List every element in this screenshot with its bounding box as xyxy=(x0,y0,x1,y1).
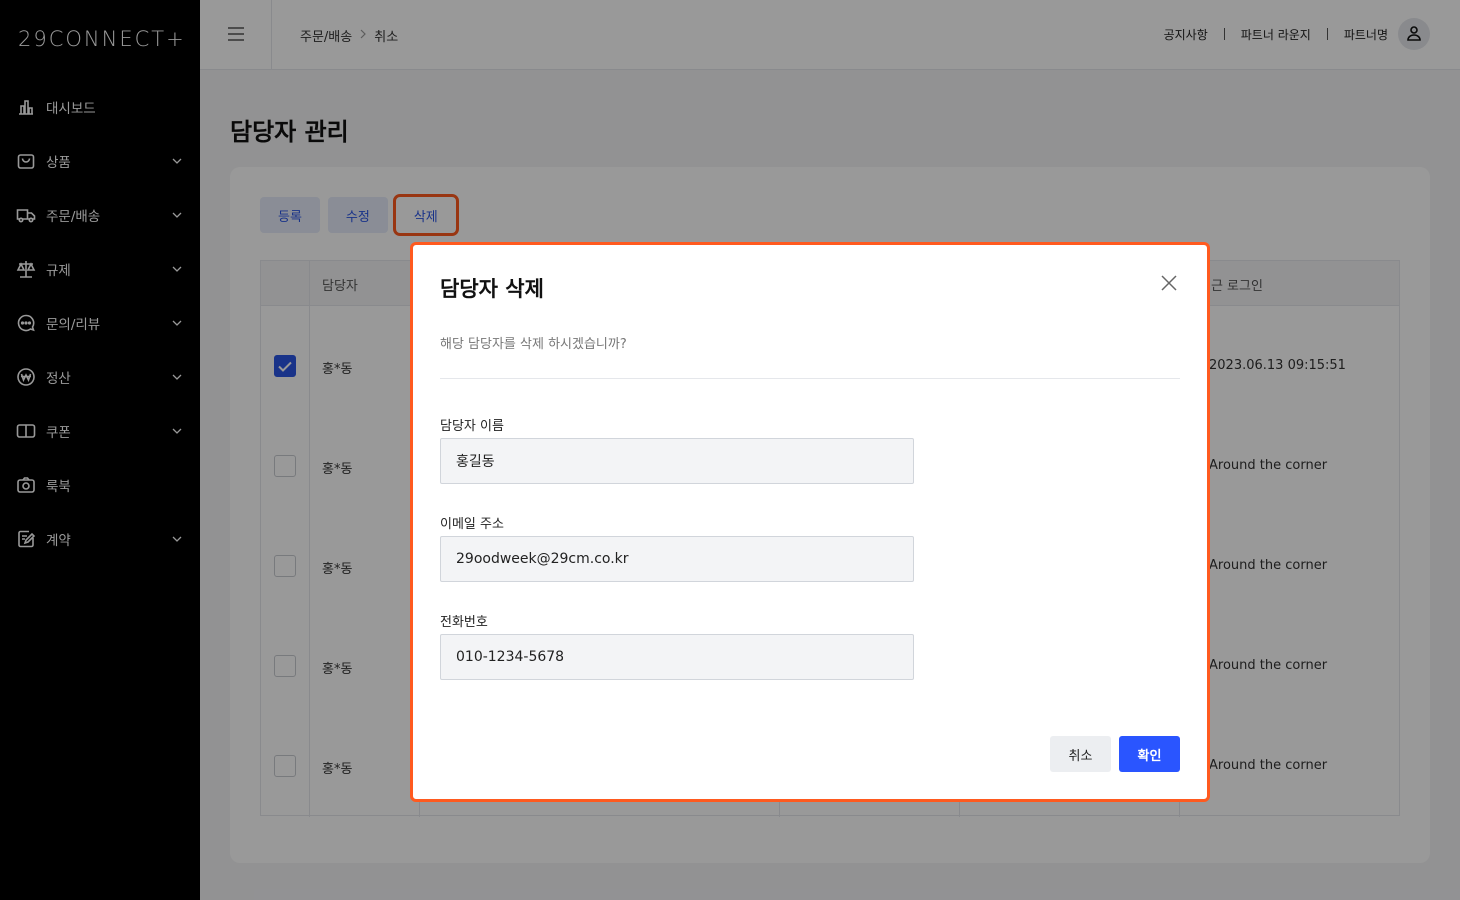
modal-title: 담당자 삭제 xyxy=(440,277,544,301)
confirm-button[interactable]: 확인 xyxy=(1119,736,1180,772)
email-field[interactable] xyxy=(440,536,914,582)
phone-field-label: 전화번호 xyxy=(440,615,488,630)
close-icon xyxy=(1161,275,1177,295)
name-field-label: 담당자 이름 xyxy=(440,419,504,434)
divider xyxy=(440,378,1180,379)
modal-message: 해당 담당자를 삭제 하시겠습니까? xyxy=(440,337,627,352)
delete-manager-modal: 담당자 삭제 해당 담당자를 삭제 하시겠습니까? 담당자 이름 이메일 주소 … xyxy=(410,242,1210,802)
name-field[interactable] xyxy=(440,438,914,484)
phone-field[interactable] xyxy=(440,634,914,680)
email-field-label: 이메일 주소 xyxy=(440,517,504,532)
cancel-button[interactable]: 취소 xyxy=(1050,736,1111,772)
close-button[interactable] xyxy=(1159,275,1179,295)
